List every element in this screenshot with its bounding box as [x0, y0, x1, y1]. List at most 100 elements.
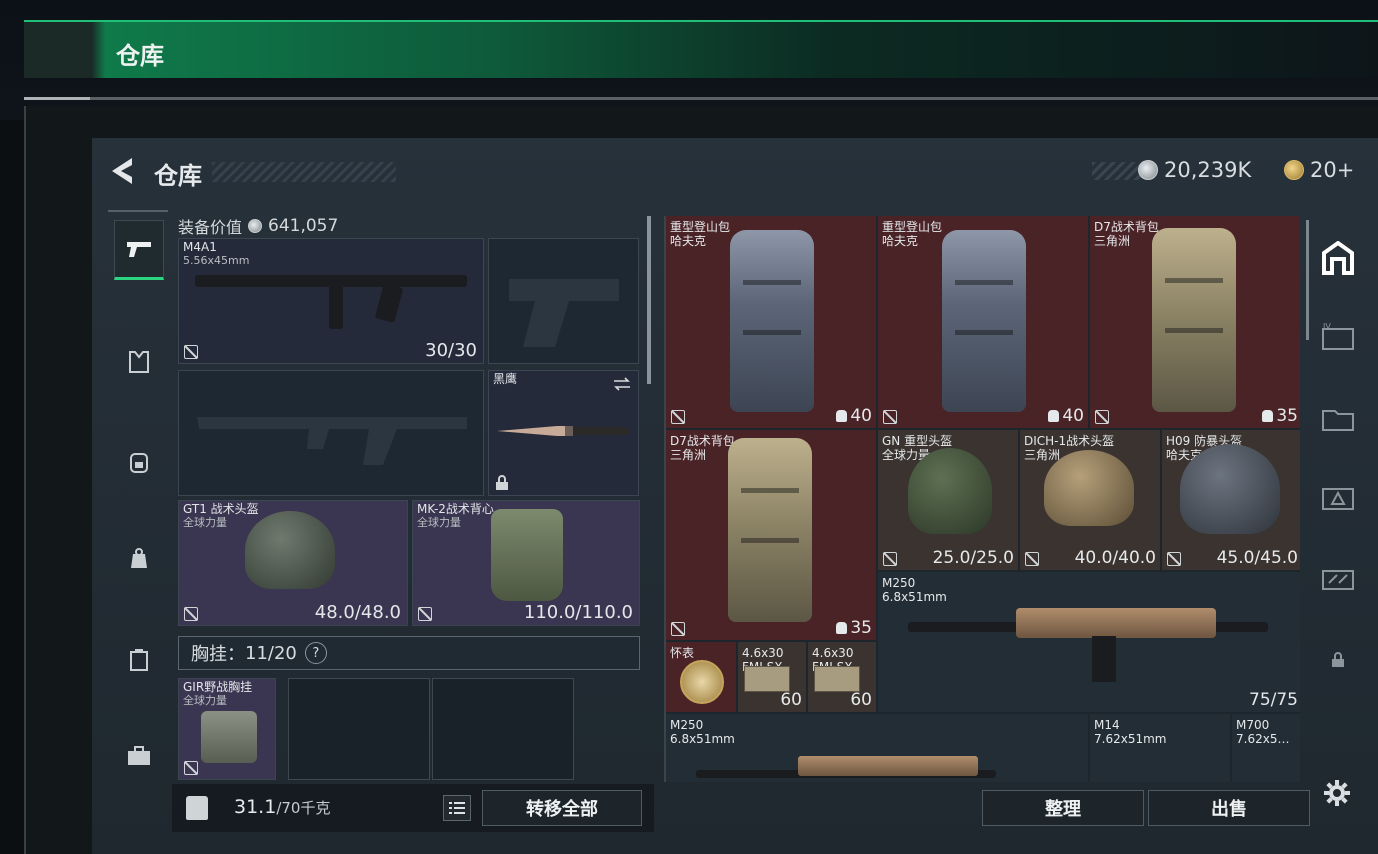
- pistol-silhouette-icon: [509, 279, 619, 347]
- storage-folder-icon: [1322, 410, 1354, 431]
- chest-rig-faction: 全球力量: [183, 694, 227, 707]
- slot-armor[interactable]: MK-2战术背心 全球力量 110.0/110.0: [412, 500, 640, 626]
- no-durability-icon: [1095, 410, 1109, 424]
- currency-main: 20,239K: [1138, 158, 1251, 182]
- currency-premium[interactable]: 20+: [1284, 158, 1354, 182]
- stash-item[interactable]: M250 6.8x51mm 75/75: [878, 572, 1300, 712]
- currency-main-value: 20,239K: [1164, 158, 1252, 182]
- equipment-scrollbar[interactable]: [647, 216, 651, 384]
- item-count: 60: [780, 690, 802, 710]
- banner-title: 仓库: [116, 42, 164, 70]
- slot-chest-rig[interactable]: GIR野战胸挂 全球力量: [178, 678, 276, 780]
- nav-armor[interactable]: [114, 332, 164, 392]
- warehouse-icon: [1322, 241, 1354, 275]
- storage-tools-icon: [1322, 570, 1354, 590]
- item-ammo: 75/75: [1249, 690, 1298, 710]
- help-icon[interactable]: ?: [304, 642, 327, 664]
- backpack-image: [728, 438, 812, 622]
- stash-item[interactable]: M14 7.62x51mm: [1090, 714, 1230, 782]
- capacity-icon: [1048, 410, 1060, 422]
- ammo-box-image: [814, 666, 860, 692]
- helmet-image: [245, 511, 335, 589]
- armor-durability: 110.0/110.0: [523, 602, 633, 623]
- item-durability: 40.0/40.0: [1074, 548, 1156, 568]
- sell-button[interactable]: 出售: [1148, 790, 1310, 826]
- slot-secondary-weapon[interactable]: [178, 370, 484, 496]
- item-name: GN 重型头盔: [882, 434, 953, 448]
- item-durability: 45.0/45.0: [1216, 548, 1298, 568]
- back-arrow-icon[interactable]: [108, 156, 134, 186]
- nav-backpack[interactable]: [114, 432, 164, 492]
- nav-weapons[interactable]: [114, 220, 164, 280]
- weapon-ammo: 30/30: [425, 340, 477, 361]
- transfer-all-button[interactable]: 转移全部: [482, 790, 642, 826]
- tab-storage-3[interactable]: [1318, 398, 1358, 438]
- armor-faction: 全球力量: [417, 516, 461, 529]
- stash-scrollbar[interactable]: [1306, 220, 1309, 340]
- chest-rig-grid-1[interactable]: [288, 678, 430, 780]
- left-nav: [108, 210, 170, 810]
- sort-button[interactable]: 整理: [982, 790, 1144, 826]
- stash-item[interactable]: D7战术背包 三角洲 35: [666, 430, 876, 640]
- item-caliber: 7.62x5…: [1236, 732, 1290, 746]
- tab-warehouse[interactable]: [1318, 238, 1358, 278]
- item-name: M700: [1236, 718, 1270, 732]
- stash-item[interactable]: 4.6x30FMJ SX 60: [738, 642, 806, 712]
- tab-locked[interactable]: [1318, 640, 1358, 680]
- no-durability-icon: [1025, 552, 1039, 566]
- item-count: 60: [850, 690, 872, 710]
- right-nav: IV: [1310, 220, 1366, 720]
- capacity-icon: [836, 410, 848, 422]
- header-decoration: [212, 162, 396, 182]
- chest-rig-grid-2[interactable]: [432, 678, 574, 780]
- stash-item[interactable]: D7战术背包 三角洲 35: [1090, 216, 1300, 428]
- slot-sidearm[interactable]: [488, 238, 639, 364]
- item-durability: 25.0/25.0: [932, 548, 1014, 568]
- stash-item[interactable]: GN 重型头盔 全球力量 25.0/25.0: [878, 430, 1018, 570]
- item-faction: 三角洲: [1094, 234, 1131, 248]
- currency-decoration: [1092, 162, 1142, 180]
- nav-briefcase[interactable]: [114, 726, 164, 786]
- item-name: D7战术背包: [1094, 220, 1159, 234]
- stash-item[interactable]: DICH-1战术头盔 三角洲 40.0/40.0: [1020, 430, 1160, 570]
- lock-icon: [496, 475, 508, 490]
- slot-primary-weapon[interactable]: M4A1 5.56x45mm 30/30: [178, 238, 484, 364]
- stash-item[interactable]: 4.6x30FMJ SX 60: [808, 642, 876, 712]
- nav-pouch[interactable]: [114, 528, 164, 588]
- item-name: M14: [1094, 718, 1120, 732]
- stash-item[interactable]: 重型登山包 哈夫克 40: [878, 216, 1088, 428]
- item-name: 怀表: [670, 646, 695, 660]
- weight-value: 31.1: [234, 796, 277, 818]
- tab-storage-4[interactable]: IV: [1318, 318, 1358, 358]
- list-view-button[interactable]: [443, 795, 471, 821]
- stash-item[interactable]: M700 7.62x5…: [1232, 714, 1300, 782]
- item-name: M250: [670, 718, 704, 732]
- item-name: M250: [882, 576, 916, 590]
- item-faction: 三角洲: [670, 448, 707, 462]
- no-durability-icon: [883, 410, 897, 424]
- weapon-name: M4A1: [183, 240, 217, 254]
- stash-item[interactable]: M250 6.8x51mm: [666, 714, 1088, 782]
- item-capacity: 40: [850, 406, 872, 426]
- slot-melee[interactable]: 黑鹰: [488, 370, 639, 496]
- weapon-caliber: 5.56x45mm: [183, 254, 250, 267]
- tab-storage-1[interactable]: [1318, 558, 1358, 598]
- no-durability-icon: [418, 607, 432, 621]
- svg-text:IV: IV: [1323, 323, 1331, 331]
- stash-item[interactable]: 重型登山包 哈夫克 40: [666, 216, 876, 428]
- stash-item[interactable]: H09 防暴头盔 哈夫克 45.0/45.0: [1162, 430, 1300, 570]
- item-capacity: 35: [850, 618, 872, 638]
- tab-storage-2[interactable]: [1318, 478, 1358, 518]
- gear-icon[interactable]: [1322, 778, 1352, 808]
- item-caliber: 7.62x51mm: [1094, 732, 1167, 746]
- helmet-image: [1180, 444, 1280, 534]
- nav-container[interactable]: [114, 630, 164, 690]
- stash-item[interactable]: 怀表: [666, 642, 736, 712]
- swap-icon[interactable]: [612, 377, 632, 391]
- item-name: 重型登山包: [882, 220, 943, 234]
- item-capacity: 35: [1276, 406, 1298, 426]
- banner-divider: [24, 97, 1378, 100]
- slot-helmet[interactable]: GT1 战术头盔 全球力量 48.0/48.0: [178, 500, 408, 626]
- ammo-box-image: [744, 666, 790, 692]
- case-icon: [130, 649, 148, 671]
